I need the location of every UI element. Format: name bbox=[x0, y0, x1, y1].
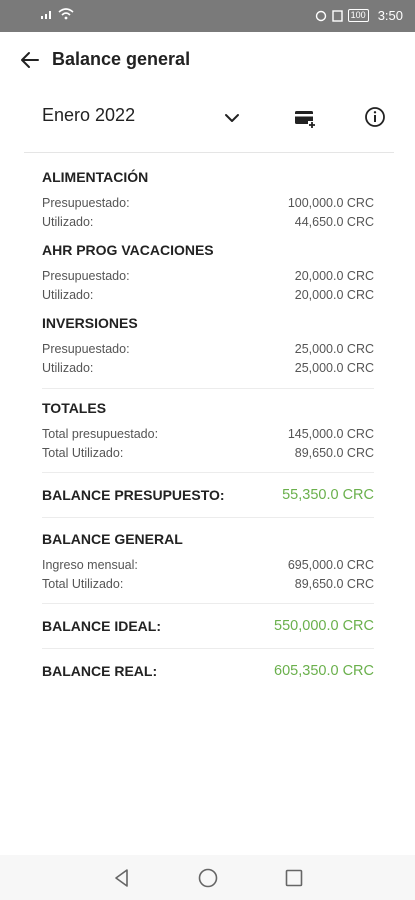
category-title: ALIMENTACIÓN bbox=[42, 169, 149, 185]
status-bar: 100 3:50 bbox=[0, 0, 415, 32]
list-item: Presupuestado: 100,000.0 CRC bbox=[42, 194, 374, 213]
battery-level: 100 bbox=[347, 9, 369, 22]
status-left bbox=[40, 8, 74, 20]
list-item: Utilizado: 20,000.0 CRC bbox=[42, 286, 374, 305]
row-label: Presupuestado: bbox=[42, 342, 130, 356]
info-icon[interactable] bbox=[364, 106, 386, 128]
divider bbox=[24, 152, 394, 153]
row-label: Total presupuestado: bbox=[42, 427, 159, 441]
balance-presupuesto-label: BALANCE PRESUPUESTO: bbox=[42, 487, 225, 503]
balance-content: ALIMENTACIÓN Presupuestado: 100,000.0 CR… bbox=[42, 168, 374, 693]
category-section: ALIMENTACIÓN Presupuestado: 100,000.0 CR… bbox=[42, 168, 374, 232]
list-item: Utilizado: 25,000.0 CRC bbox=[42, 359, 374, 378]
wifi-icon bbox=[58, 8, 74, 20]
row-value: 89,650.0 CRC bbox=[294, 446, 374, 460]
nfc-icon bbox=[331, 9, 343, 22]
divider bbox=[42, 517, 374, 518]
list-item: Total presupuestado: 145,000.0 CRC bbox=[42, 425, 374, 444]
row-value: 20,000.0 CRC bbox=[294, 269, 374, 283]
totals-title: TOTALES bbox=[42, 400, 107, 416]
category-section: INVERSIONES Presupuestado: 25,000.0 CRC … bbox=[42, 314, 374, 378]
row-label: Total Utilizado: bbox=[42, 577, 124, 591]
general-title: BALANCE GENERAL bbox=[42, 531, 183, 547]
category-title: AHR PROG VACACIONES bbox=[42, 242, 214, 258]
category-title: INVERSIONES bbox=[42, 315, 138, 331]
month-select[interactable]: Enero 2022 bbox=[42, 105, 135, 126]
list-item: Total Utilizado: 89,650.0 CRC bbox=[42, 444, 374, 463]
system-nav-bar bbox=[0, 855, 415, 900]
row-label: Ingreso mensual: bbox=[42, 558, 138, 572]
balance-ideal-label: BALANCE IDEAL: bbox=[42, 618, 161, 634]
chevron-down-icon[interactable] bbox=[222, 108, 242, 128]
signal-icon bbox=[41, 11, 51, 19]
row-label: Utilizado: bbox=[42, 361, 94, 375]
card-add-icon[interactable] bbox=[293, 106, 317, 130]
row-value: 89,650.0 CRC bbox=[294, 577, 374, 591]
status-right: 100 3:50 bbox=[315, 8, 403, 23]
balance-ideal-value: 550,000.0 CRC bbox=[274, 618, 374, 634]
nav-home-icon[interactable] bbox=[196, 866, 220, 890]
row-value: 44,650.0 CRC bbox=[294, 215, 374, 229]
balance-presupuesto-row: BALANCE PRESUPUESTO: 55,350.0 CRC bbox=[42, 473, 374, 517]
row-value: 100,000.0 CRC bbox=[287, 196, 374, 210]
balance-ideal-row: BALANCE IDEAL: 550,000.0 CRC bbox=[42, 604, 374, 648]
list-item: Presupuestado: 20,000.0 CRC bbox=[42, 267, 374, 286]
list-item: Ingreso mensual: 695,000.0 CRC bbox=[42, 556, 374, 575]
nav-back-icon[interactable] bbox=[110, 866, 134, 890]
row-value: 20,000.0 CRC bbox=[294, 288, 374, 302]
row-label: Utilizado: bbox=[42, 288, 94, 302]
list-item: Utilizado: 44,650.0 CRC bbox=[42, 213, 374, 232]
general-section: BALANCE GENERAL Ingreso mensual: 695,000… bbox=[42, 530, 374, 594]
row-value: 695,000.0 CRC bbox=[287, 558, 374, 572]
back-arrow-icon[interactable] bbox=[18, 48, 42, 72]
row-label: Presupuestado: bbox=[42, 269, 130, 283]
list-item: Total Utilizado: 89,650.0 CRC bbox=[42, 575, 374, 594]
app-bar: Balance general bbox=[0, 32, 415, 88]
list-item: Presupuestado: 25,000.0 CRC bbox=[42, 340, 374, 359]
row-label: Presupuestado: bbox=[42, 196, 130, 210]
row-label: Utilizado: bbox=[42, 215, 94, 229]
row-value: 25,000.0 CRC bbox=[294, 361, 374, 375]
balance-presupuesto-value: 55,350.0 CRC bbox=[282, 487, 374, 503]
balance-real-value: 605,350.0 CRC bbox=[274, 663, 374, 679]
row-value: 145,000.0 CRC bbox=[287, 427, 374, 441]
row-label: Total Utilizado: bbox=[42, 446, 124, 460]
category-section: AHR PROG VACACIONES Presupuestado: 20,00… bbox=[42, 241, 374, 305]
page-title: Balance general bbox=[52, 49, 191, 69]
balance-real-label: BALANCE REAL: bbox=[42, 663, 158, 679]
month-selector-row: Enero 2022 bbox=[0, 96, 415, 140]
divider bbox=[42, 388, 374, 389]
alarm-icon bbox=[315, 10, 326, 21]
balance-real-row: BALANCE REAL: 605,350.0 CRC bbox=[42, 649, 374, 693]
status-time: 3:50 bbox=[377, 8, 403, 23]
row-value: 25,000.0 CRC bbox=[294, 342, 374, 356]
totals-section: TOTALES Total presupuestado: 145,000.0 C… bbox=[42, 399, 374, 463]
nav-recents-icon[interactable] bbox=[282, 866, 306, 890]
